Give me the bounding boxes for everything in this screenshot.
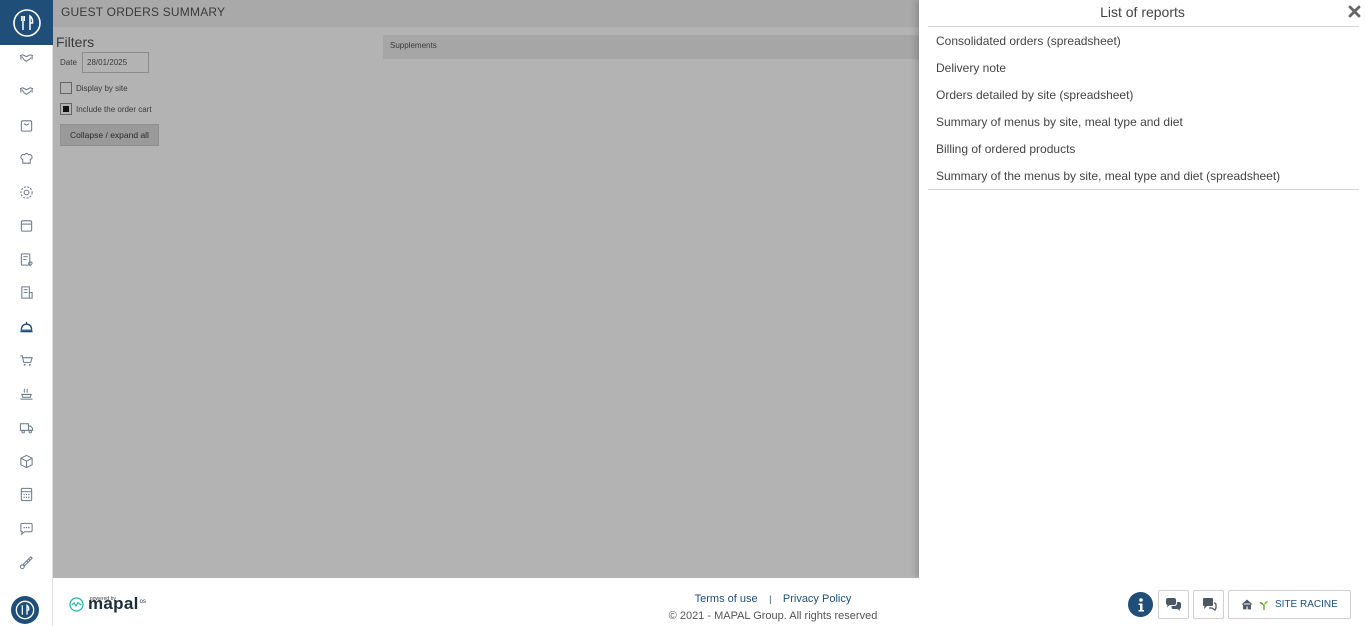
privacy-link[interactable]: Privacy Policy — [783, 593, 851, 605]
cart-icon — [20, 355, 33, 366]
link-separator: | — [769, 594, 772, 604]
report-link[interactable]: Billing of ordered products — [936, 142, 1075, 156]
divider — [928, 189, 1359, 190]
display-by-site-label: Display by site — [76, 83, 128, 93]
main-content: GUEST ORDERS SUMMARY Filters Date Displa… — [53, 0, 919, 578]
powered-by-text: powered by — [90, 596, 116, 602]
sidebar-item-deliveries[interactable] — [0, 411, 53, 444]
terms-link[interactable]: Terms of use — [695, 593, 758, 605]
report-link[interactable]: Summary of the menus by site, meal type … — [936, 169, 1280, 183]
shopping-bag-icon — [20, 120, 33, 132]
sidebar-item-haccp[interactable] — [0, 546, 53, 579]
recipe-card-icon — [20, 253, 33, 267]
report-link[interactable]: Delivery note — [936, 61, 1006, 75]
sidebar-item-purchasing[interactable] — [0, 109, 53, 142]
info-icon — [1138, 597, 1144, 611]
handshake-icon — [19, 54, 34, 62]
sidebar-item-cart[interactable] — [0, 344, 53, 377]
cutlery-logo-icon — [12, 8, 41, 37]
sidebar-item-settings[interactable] — [0, 176, 53, 209]
chat-bubbles-icon — [1166, 598, 1181, 611]
display-by-site-checkbox[interactable] — [60, 82, 72, 94]
handshake-icon — [19, 87, 34, 95]
display-by-site-option[interactable]: Display by site — [60, 82, 128, 94]
app-logo[interactable] — [0, 0, 53, 45]
copyright-text: © 2021 - MAPAL Group. All rights reserve… — [668, 610, 878, 622]
delivery-truck-icon — [19, 423, 34, 434]
hot-dish-icon — [20, 388, 33, 400]
sidebar-item-kitchen[interactable] — [0, 142, 53, 175]
support-button[interactable] — [1193, 590, 1224, 619]
home-icon — [1241, 599, 1253, 610]
close-icon — [1348, 5, 1360, 17]
footer: powered by mapal os Terms of use | Priva… — [53, 578, 1366, 626]
include-cart-option[interactable]: Include the order cart — [60, 103, 152, 115]
page-title: GUEST ORDERS SUMMARY — [61, 5, 226, 19]
close-panel-button[interactable] — [1345, 2, 1363, 20]
footer-links: Terms of use | Privacy Policy © 2021 - M… — [623, 589, 923, 622]
sidebar-item-guest-orders[interactable] — [0, 310, 53, 343]
date-input[interactable] — [82, 52, 149, 73]
chef-hat-icon — [20, 152, 33, 164]
site-name: SITE RACINE — [1275, 599, 1338, 610]
thermometer-icon — [19, 556, 33, 570]
sidebar-item-messages[interactable] — [0, 512, 53, 545]
supplements-section-header[interactable]: Supplements — [383, 35, 919, 59]
divider — [928, 26, 1359, 27]
mapal-wave-icon — [69, 597, 84, 612]
powered-by-logo: powered by mapal os — [69, 595, 146, 612]
page-header: GUEST ORDERS SUMMARY — [53, 0, 919, 27]
reports-panel: List of reports Consolidated orders (spr… — [919, 0, 1366, 578]
cutlery-logo-icon — [15, 600, 35, 620]
calculator-icon — [20, 487, 33, 502]
sidebar-item-invoices[interactable] — [0, 276, 53, 309]
gear-icon — [20, 186, 33, 199]
sidebar-item-costing[interactable] — [0, 478, 53, 511]
site-selector-button[interactable]: SITE RACINE — [1228, 590, 1351, 619]
brand-suffix: os — [139, 599, 146, 605]
panel-title: List of reports — [1100, 4, 1185, 20]
include-cart-checkbox[interactable] — [60, 103, 72, 115]
service-bell-icon — [20, 321, 33, 333]
include-cart-label: Include the order cart — [76, 104, 152, 114]
date-label: Date — [60, 58, 77, 67]
packages-icon — [20, 454, 33, 469]
receipt-icon — [21, 286, 33, 299]
report-link[interactable]: Summary of menus by site, meal type and … — [936, 115, 1183, 129]
sidebar-item-suppliers[interactable] — [0, 75, 53, 108]
chat-icon — [20, 522, 33, 536]
sidebar-item-recipes[interactable] — [0, 243, 53, 276]
sidebar-item-inventory[interactable] — [0, 209, 53, 242]
filters-heading: Filters — [56, 34, 95, 50]
collapse-expand-button[interactable]: Collapse / expand all — [60, 124, 159, 146]
support-chat-icon — [1202, 598, 1217, 611]
report-link[interactable]: Orders detailed by site (spreadsheet) — [936, 88, 1133, 102]
chat-button[interactable] — [1158, 590, 1189, 619]
user-avatar[interactable] — [11, 596, 39, 624]
sidebar-item-production[interactable] — [0, 377, 53, 410]
sprout-icon — [1259, 600, 1268, 610]
info-button[interactable] — [1128, 592, 1153, 617]
sidebar — [0, 0, 53, 626]
report-link[interactable]: Consolidated orders (spreadsheet) — [936, 34, 1121, 48]
sidebar-item-partners[interactable] — [0, 42, 53, 75]
sidebar-item-stock[interactable] — [0, 445, 53, 478]
box-icon — [20, 220, 33, 232]
